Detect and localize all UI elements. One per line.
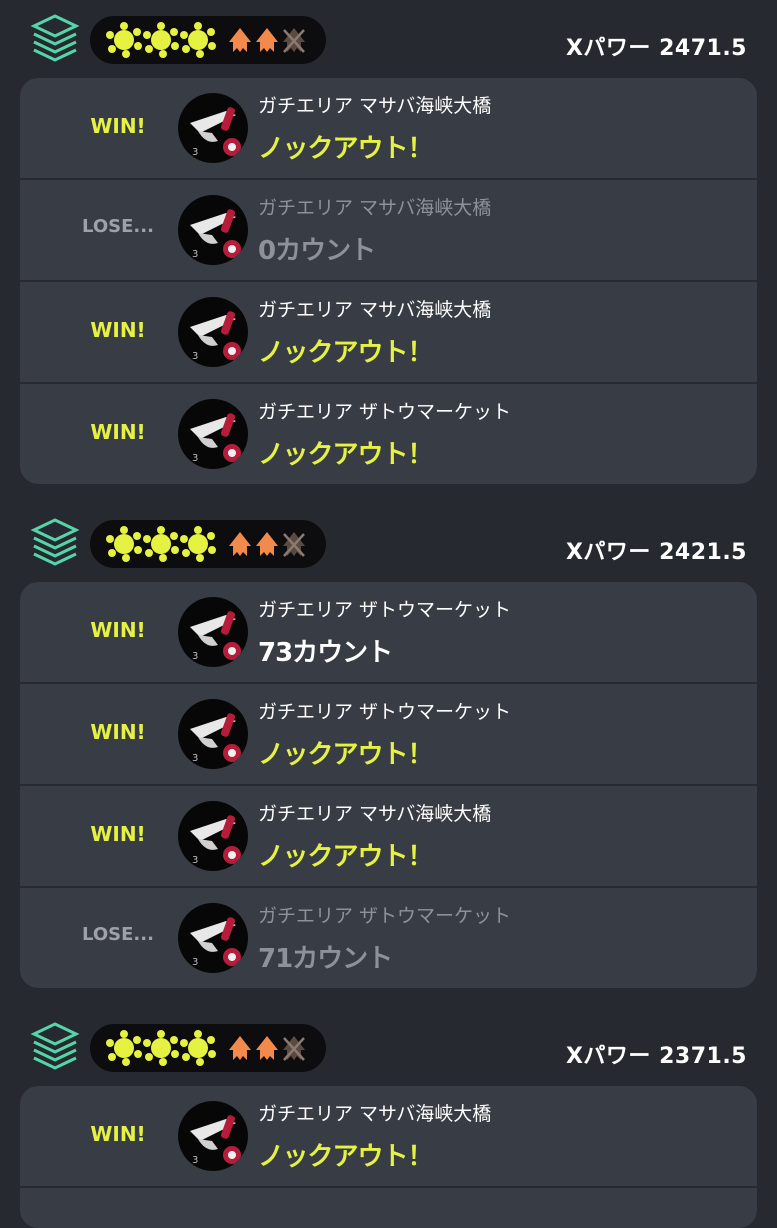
weapon-icon: 3: [178, 699, 248, 769]
stage-name: ガチエリア ザトウマーケット: [258, 401, 512, 423]
match-history-list: Xパワー 2471.5 WIN! 3 ガチエリア マサバ海峡大橋 ノックアウト！…: [0, 0, 777, 1228]
squid-icon: [256, 1036, 278, 1060]
match-card: WIN! 3 ガチエリア ザトウマーケット 73カウント WIN! 3 ガチエリ…: [20, 582, 757, 988]
stage-name: ガチエリア マサバ海峡大橋: [258, 299, 492, 321]
match-group: Xパワー 2371.5 WIN! 3 ガチエリア マサバ海峡大橋 ノックアウト！: [0, 1008, 777, 1228]
weapon-icon: 3: [178, 399, 248, 469]
weapon-icon: 3: [178, 597, 248, 667]
svg-text:3: 3: [192, 957, 198, 968]
weapon-icon: 3: [178, 195, 248, 265]
splat-icon: [180, 1030, 216, 1066]
svg-text:3: 3: [192, 351, 198, 362]
squid-icon: [256, 28, 278, 52]
match-outcome: 71カウント: [258, 944, 393, 974]
squid-crossed-icon: [283, 1036, 305, 1061]
weapon-icon: 3: [178, 801, 248, 871]
svg-text:3: 3: [192, 147, 198, 158]
svg-text:3: 3: [192, 1155, 198, 1166]
xpower-value: Xパワー 2371.5: [565, 1044, 747, 1069]
splat-icon: [143, 526, 179, 562]
match-group: Xパワー 2471.5 WIN! 3 ガチエリア マサバ海峡大橋 ノックアウト！…: [0, 0, 777, 484]
xpower-value: Xパワー 2471.5: [565, 36, 747, 61]
splat-icon: [143, 1030, 179, 1066]
win-loss-pill: [90, 16, 326, 64]
svg-text:3: 3: [192, 249, 198, 260]
splat-icon: [143, 22, 179, 58]
splat-icon: [106, 526, 142, 562]
stage-name: ガチエリア マサバ海峡大橋: [258, 95, 492, 117]
squid-icon: [229, 1036, 251, 1060]
splat-icon: [180, 22, 216, 58]
squid-icon: [229, 532, 251, 556]
stage-name: ガチエリア マサバ海峡大橋: [258, 197, 492, 219]
group-header: Xパワー 2471.5: [0, 0, 777, 64]
weapon-icon: 3: [178, 903, 248, 973]
match-outcome: ノックアウト！: [258, 134, 433, 164]
match-row[interactable]: WIN! 3 ガチエリア ザトウマーケット 73カウント: [20, 582, 757, 684]
match-row[interactable]: WIN! 3 ガチエリア ザトウマーケット ノックアウト！: [20, 384, 757, 484]
match-outcome: ノックアウト！: [258, 1142, 433, 1172]
group-header: Xパワー 2421.5: [0, 504, 777, 568]
match-outcome: ノックアウト！: [258, 740, 433, 770]
weapon-icon: 3: [178, 297, 248, 367]
squid-crossed-icon: [283, 532, 305, 557]
weapon-icon: 3: [178, 93, 248, 163]
layers-icon: [30, 1022, 80, 1070]
splat-icon: [106, 22, 142, 58]
match-row[interactable]: LOSE... 3 ガチエリア ザトウマーケット 71カウント: [20, 888, 757, 988]
match-row[interactable]: WIN! 3 ガチエリア ザトウマーケット ノックアウト！: [20, 684, 757, 786]
stage-name: ガチエリア マサバ海峡大橋: [258, 803, 492, 825]
squid-crossed-icon: [283, 28, 305, 53]
group-header: Xパワー 2371.5: [0, 1008, 777, 1072]
match-outcome: ノックアウト！: [258, 842, 433, 872]
match-outcome: ノックアウト！: [258, 440, 433, 470]
match-group: Xパワー 2421.5 WIN! 3 ガチエリア ザトウマーケット 73カウント…: [0, 504, 777, 988]
win-loss-pill: [90, 1024, 326, 1072]
match-row[interactable]: [20, 1188, 757, 1228]
stage-name: ガチエリア ザトウマーケット: [258, 701, 512, 723]
xpower-value: Xパワー 2421.5: [565, 540, 747, 565]
stage-name: ガチエリア マサバ海峡大橋: [258, 1103, 492, 1125]
squid-icon: [256, 532, 278, 556]
stage-name: ガチエリア ザトウマーケット: [258, 599, 512, 621]
match-outcome: 0カウント: [258, 236, 376, 266]
match-card: WIN! 3 ガチエリア マサバ海峡大橋 ノックアウト！ LOSE... 3 ガ…: [20, 78, 757, 484]
match-outcome: 73カウント: [258, 638, 393, 668]
svg-text:3: 3: [192, 453, 198, 464]
match-row[interactable]: WIN! 3 ガチエリア マサバ海峡大橋 ノックアウト！: [20, 786, 757, 888]
match-row[interactable]: WIN! 3 ガチエリア マサバ海峡大橋 ノックアウト！: [20, 282, 757, 384]
splat-icon: [106, 1030, 142, 1066]
squid-icon: [229, 28, 251, 52]
svg-text:3: 3: [192, 753, 198, 764]
match-card: WIN! 3 ガチエリア マサバ海峡大橋 ノックアウト！: [20, 1086, 757, 1228]
match-row[interactable]: WIN! 3 ガチエリア マサバ海峡大橋 ノックアウト！: [20, 1086, 757, 1188]
match-row[interactable]: LOSE... 3 ガチエリア マサバ海峡大橋 0カウント: [20, 180, 757, 282]
match-row[interactable]: WIN! 3 ガチエリア マサバ海峡大橋 ノックアウト！: [20, 78, 757, 180]
layers-icon: [30, 518, 80, 566]
svg-text:3: 3: [192, 651, 198, 662]
match-outcome: ノックアウト！: [258, 338, 433, 368]
svg-text:3: 3: [192, 855, 198, 866]
win-loss-pill: [90, 520, 326, 568]
stage-name: ガチエリア ザトウマーケット: [258, 905, 512, 927]
splat-icon: [180, 526, 216, 562]
layers-icon: [30, 14, 80, 62]
weapon-icon: 3: [178, 1101, 248, 1171]
